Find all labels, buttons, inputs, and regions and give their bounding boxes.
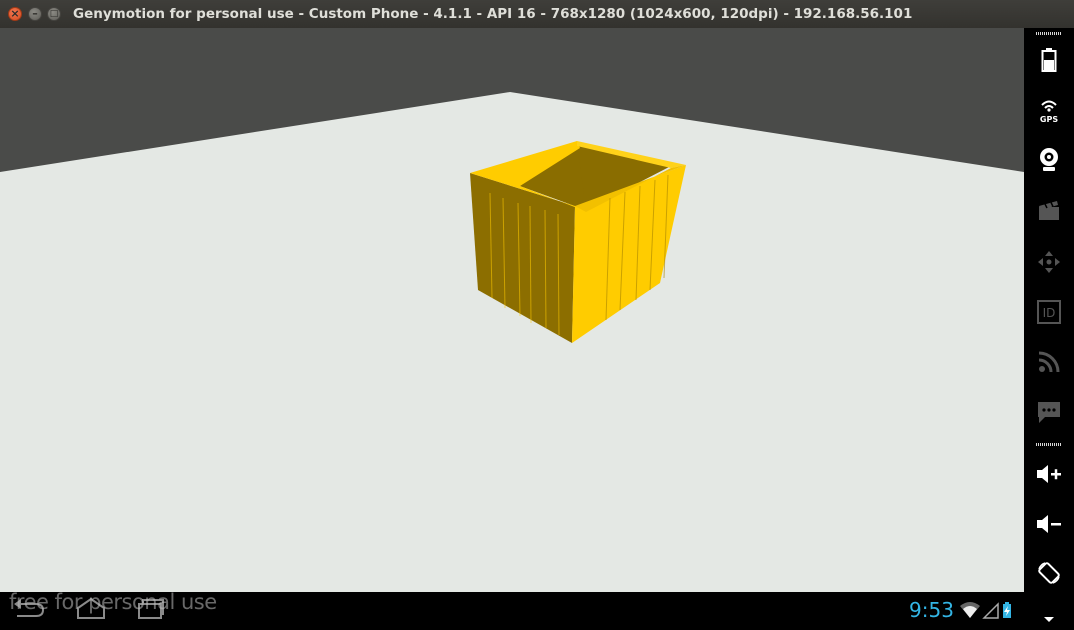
webcam-button[interactable] [1033,144,1065,176]
network-button[interactable] [1033,346,1065,378]
status-icons [960,602,1011,619]
close-icon: × [10,7,20,20]
battery-button[interactable] [1033,44,1065,76]
window-close-button[interactable]: × [8,7,22,21]
window-titlebar: × – □ Genymotion for personal use - Cust… [0,0,1074,28]
signal-icon [982,602,999,619]
more-button[interactable] [1033,610,1065,630]
genymotion-toolbar: GPS ID [1024,28,1074,628]
battery-status-icon [1003,602,1011,618]
window-minimize-button[interactable]: – [28,7,42,21]
volume-down-button[interactable] [1033,508,1065,540]
rss-icon [1038,351,1060,373]
volume-down-icon [1037,515,1061,533]
toolbar-grip-top[interactable] [1036,32,1062,35]
rotate-icon [1038,562,1060,584]
3d-scene[interactable] [0,28,1024,592]
rotate-button[interactable] [1033,557,1065,589]
battery-icon [1041,48,1057,72]
device-screen[interactable] [0,28,1024,592]
gps-label: GPS [1040,115,1058,124]
message-icon [1038,402,1060,423]
remote-control-button[interactable] [1033,246,1065,278]
volume-up-button[interactable] [1033,458,1065,490]
minimize-icon: – [32,7,38,20]
clapperboard-icon [1039,201,1059,220]
dpad-icon [1038,251,1060,273]
window-maximize-button[interactable]: □ [47,7,61,21]
id-icon: ID [1037,300,1061,324]
chevron-down-icon [1044,617,1054,622]
capture-button[interactable] [1033,194,1065,226]
maximize-icon: □ [49,9,59,19]
id-label: ID [1043,306,1056,320]
sms-button[interactable] [1033,396,1065,428]
gps-button[interactable]: GPS [1033,94,1065,126]
wifi-icon [960,602,980,618]
window-title: Genymotion for personal use - Custom Pho… [73,6,913,22]
identifiers-button[interactable]: ID [1033,296,1065,328]
toolbar-grip-middle[interactable] [1036,443,1062,446]
personal-use-watermark: free for personal use [9,590,217,614]
webcam-icon [1040,148,1058,171]
volume-up-icon [1037,465,1061,483]
status-clock: 9:53 [909,598,954,622]
gps-icon: GPS [1040,100,1058,124]
